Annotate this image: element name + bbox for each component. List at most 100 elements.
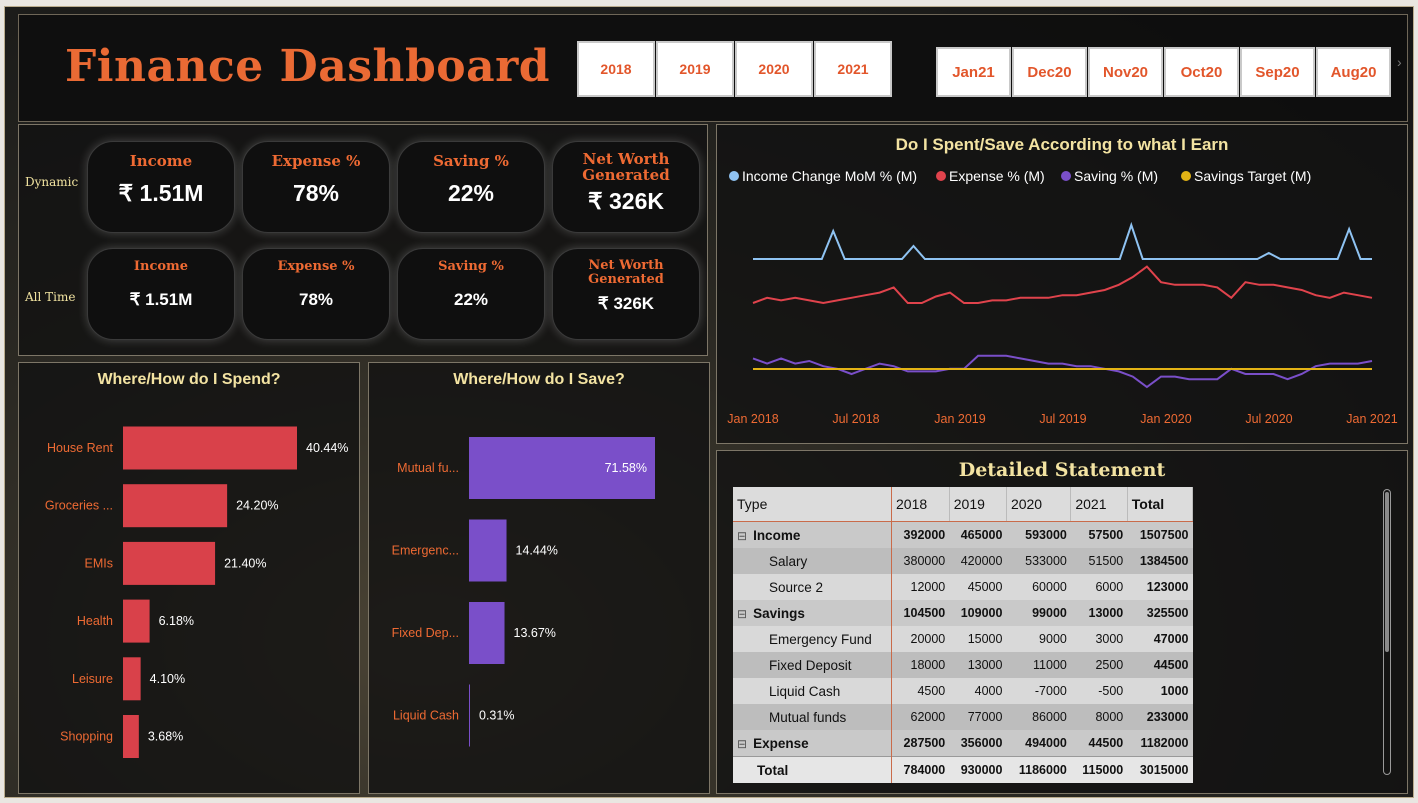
- row-label-dynamic: Dynamic: [25, 175, 79, 189]
- collapse-toggle-icon[interactable]: ⊟: [737, 607, 747, 621]
- row-type-cell: Source 2: [733, 574, 892, 600]
- row-type-cell: Mutual funds: [733, 704, 892, 730]
- data-label: 21.40%: [224, 556, 266, 570]
- bar: [123, 599, 150, 643]
- row-label: Savings: [753, 605, 805, 621]
- legend-marker: [729, 171, 739, 181]
- column-header-2018[interactable]: 2018: [891, 487, 950, 522]
- kpi-card-expense-pct-all-time: Expense % 78%: [242, 248, 390, 340]
- kpi-card-income-all-time: Income ₹ 1.51M: [87, 248, 235, 340]
- total-label: Total: [733, 756, 892, 783]
- row-value-cell: 104500: [891, 600, 950, 626]
- table-row: Mutual funds 62000 77000 86000 8000 233000: [733, 704, 1193, 730]
- row-value-cell: 465000: [949, 521, 1007, 548]
- total-value-cell: 3015000: [1127, 756, 1193, 783]
- row-value-cell: 57500: [1070, 521, 1128, 548]
- row-label: Income: [753, 527, 801, 543]
- column-header-total[interactable]: Total: [1127, 487, 1194, 522]
- collapse-toggle-icon[interactable]: ⊟: [737, 529, 747, 543]
- slicer-next-arrow-icon[interactable]: ›: [1397, 54, 1402, 70]
- x-tick-label: Jan 2020: [1140, 412, 1191, 426]
- row-value-cell: 13000: [949, 652, 1007, 678]
- kpi-value: ₹ 326K: [587, 187, 664, 214]
- category-label: House Rent: [47, 441, 114, 455]
- row-label: Fixed Deposit: [769, 657, 852, 673]
- total-value-cell: 930000: [949, 756, 1007, 783]
- data-label: 40.44%: [306, 441, 348, 455]
- row-type-cell: ⊟ Savings: [733, 600, 892, 626]
- legend-label: Savings Target (M): [1194, 168, 1311, 184]
- row-value-cell: 99000: [1006, 600, 1071, 626]
- table-total-row: Total 784000 930000 1186000 115000 3015000: [733, 756, 1193, 783]
- table-group-row: ⊟ Savings 104500 109000 99000 13000 325500: [733, 600, 1193, 626]
- month-slicer-sep20[interactable]: Sep20: [1240, 47, 1315, 97]
- row-type-cell: ⊟ Expense: [733, 730, 892, 757]
- year-slicer-2018[interactable]: 2018: [577, 41, 655, 97]
- bar: [123, 541, 216, 585]
- save-chart-title: Where/How do I Save?: [453, 371, 625, 388]
- series-line-income-change: [753, 221, 1372, 260]
- row-label: Expense: [753, 735, 809, 751]
- row-label: Liquid Cash: [769, 683, 841, 699]
- legend-marker: [936, 171, 946, 181]
- row-value-cell: 62000: [891, 704, 950, 730]
- table-row: Salary 380000 420000 533000 51500 1384500: [733, 548, 1193, 574]
- year-slicer-2020[interactable]: 2020: [735, 41, 813, 97]
- month-slicer-oct20[interactable]: Oct20: [1164, 47, 1239, 97]
- month-slicer-jan21[interactable]: Jan21: [936, 47, 1011, 97]
- kpi-card-saving-pct-all-time: Saving % 22%: [397, 248, 545, 340]
- year-slicer-2019[interactable]: 2019: [656, 41, 734, 97]
- kpi-label: Income: [133, 259, 189, 274]
- x-tick-label: Jan 2019: [934, 412, 985, 426]
- row-total-cell: 47000: [1127, 626, 1193, 652]
- table-group-row: ⊟ Expense 287500 356000 494000 44500 1182000: [733, 730, 1193, 757]
- data-label: 3.68%: [148, 730, 183, 744]
- month-slicer-dec20[interactable]: Dec20: [1012, 47, 1087, 97]
- row-value-cell: 18000: [891, 652, 950, 678]
- row-value-cell: 494000: [1006, 730, 1071, 757]
- month-slicer-aug20[interactable]: Aug20: [1316, 47, 1391, 97]
- column-header-type[interactable]: Type: [733, 487, 892, 522]
- scrollbar-thumb[interactable]: [1385, 492, 1389, 652]
- column-header-2020[interactable]: 2020: [1006, 487, 1072, 522]
- total-value-cell: 1186000: [1006, 756, 1071, 783]
- row-value-cell: -7000: [1006, 678, 1071, 704]
- table-row: Fixed Deposit 18000 13000 11000 2500 44500: [733, 652, 1193, 678]
- row-value-cell: 86000: [1006, 704, 1071, 730]
- save-bar-chart: Mutual fu... 71.58% Emergenc... 14.44% Fixed…: [392, 437, 655, 747]
- table-row: Emergency Fund 20000 15000 9000 3000 47000: [733, 626, 1193, 652]
- year-slicer-2021[interactable]: 2021: [814, 41, 892, 97]
- row-total-cell: 1182000: [1127, 730, 1193, 757]
- row-total-cell: 325500: [1127, 600, 1193, 626]
- x-tick-label: Jan 2018: [727, 412, 778, 426]
- statement-table: Type 2018 2019 2020 2021 Total ⊟ Income 39…: [733, 487, 1194, 783]
- line-chart-title: Do I Spent/Save According to what I Earn: [895, 135, 1229, 154]
- row-value-cell: 9000: [1006, 626, 1071, 652]
- row-type-cell: Emergency Fund: [733, 626, 892, 652]
- x-tick-label: Jul 2019: [1039, 412, 1086, 426]
- spend-chart-title: Where/How do I Spend?: [97, 371, 281, 388]
- series-line-saving: [752, 354, 1373, 389]
- row-label: Mutual funds: [769, 709, 847, 725]
- column-header-2019[interactable]: 2019: [949, 487, 1007, 522]
- row-label-all-time: All Time: [25, 290, 76, 304]
- collapse-toggle-icon[interactable]: ⊟: [737, 737, 747, 751]
- legend-marker: [1061, 171, 1071, 181]
- month-slicer-nov20[interactable]: Nov20: [1088, 47, 1163, 97]
- row-value-cell: 8000: [1070, 704, 1128, 730]
- row-type-cell: Salary: [733, 548, 892, 574]
- data-label: 4.10%: [150, 672, 185, 686]
- row-value-cell: 109000: [949, 600, 1007, 626]
- row-value-cell: 380000: [891, 548, 950, 574]
- row-total-cell: 1384500: [1127, 548, 1193, 574]
- kpi-card-income: Income ₹ 1.51M: [87, 141, 235, 233]
- statement-scrollbar[interactable]: [1383, 489, 1391, 775]
- row-total-cell: 123000: [1127, 574, 1193, 600]
- series-line-expense: [752, 265, 1373, 305]
- bar: [469, 602, 505, 664]
- column-header-2021[interactable]: 2021: [1070, 487, 1128, 522]
- data-label: 71.58%: [605, 461, 647, 475]
- line-chart-panel: Do I Spent/Save According to what I Earn…: [716, 124, 1408, 444]
- row-value-cell: 45000: [949, 574, 1007, 600]
- legend-marker: [1181, 171, 1191, 181]
